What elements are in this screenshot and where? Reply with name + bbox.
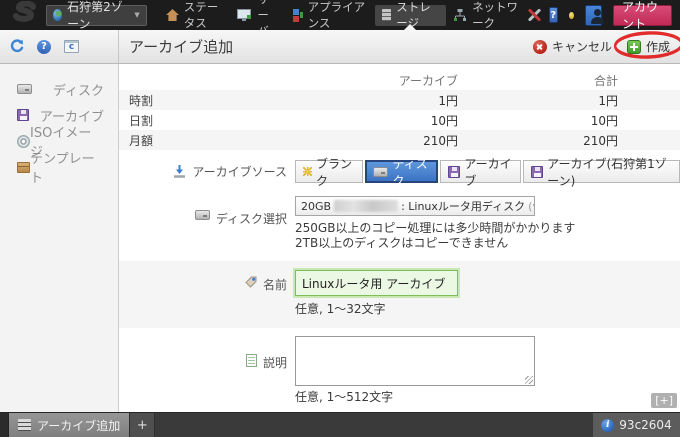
help-bubble-icon[interactable]: ?	[37, 40, 51, 54]
description-row: 説明 任意, 1〜512文字	[119, 336, 680, 405]
toolbar-icon-group: ? c	[0, 30, 119, 63]
disc-icon	[17, 135, 30, 148]
revision-badge: i 93c2604	[593, 413, 680, 437]
sidebar: ディスク アーカイブ ISOイメージ テンプレート	[0, 64, 119, 412]
table-row: 月額 210円 210円	[119, 130, 680, 150]
name-row: 名前 任意, 1〜32文字	[119, 261, 680, 328]
disk-icon	[195, 210, 210, 220]
blank-icon	[303, 167, 312, 176]
source-option-archive-zone1[interactable]: アーカイブ(石狩第1ゾーン)	[523, 160, 680, 183]
help-icon[interactable]: ?	[549, 7, 559, 23]
main-panel: アーカイブ 合計 時割 1円 1円 日割 10円 10円 月額 210円 210…	[119, 64, 680, 412]
import-icon	[173, 165, 186, 178]
network-icon	[453, 9, 467, 21]
sidebar-item-disk[interactable]: ディスク	[0, 76, 118, 102]
redacted-disk-id	[334, 200, 398, 212]
pricing-header-row: アーカイブ 合計	[119, 70, 680, 90]
toolbar: ? c アーカイブ追加 キャンセル 作成	[0, 30, 680, 64]
chevron-down-icon: ▼	[134, 11, 139, 19]
toolbar-buttons: キャンセル 作成	[533, 38, 680, 55]
disk-select-row: ディスク選択 20GB : Linuxルータ用ディスク (virtio) ▼ 2…	[119, 196, 680, 251]
bottombar-corner	[0, 413, 9, 437]
plus-icon	[627, 40, 641, 54]
user-button[interactable]	[585, 5, 602, 26]
main-menu: ステータス サーバ アプライアンス ストレージ ネットワーク	[159, 5, 528, 26]
bottombar: アーカイブ追加 + i 93c2604	[0, 412, 680, 437]
table-row: 日割 10円 10円	[119, 110, 680, 130]
cancel-button[interactable]: キャンセル	[533, 38, 612, 55]
disk-select-dropdown[interactable]: 20GB : Linuxルータ用ディスク (virtio) ▼	[295, 196, 535, 216]
description-label: 説明	[119, 336, 295, 405]
resize-grip[interactable]	[525, 376, 533, 384]
refresh-icon[interactable]	[9, 39, 24, 54]
zone-label: 石狩第2ゾーン	[67, 0, 127, 32]
menu-item-status[interactable]: ステータス	[159, 5, 231, 26]
floppy-icon	[531, 166, 543, 178]
disk-note-2: 2TB以上のディスクはコピーできません	[295, 236, 680, 251]
monitor-icon	[237, 9, 252, 22]
sakura-cloud-logo	[6, 1, 44, 29]
source-option-blank[interactable]: ブランク	[295, 160, 363, 183]
info-icon[interactable]: i	[601, 419, 614, 432]
storage-icon	[18, 419, 31, 431]
menu-item-storage[interactable]: ストレージ	[375, 5, 446, 26]
pricing-table: アーカイブ 合計 時割 1円 1円 日割 10円 10円 月額 210円 210…	[119, 70, 680, 150]
zone-selector[interactable]: 石狩第2ゾーン ▼	[46, 5, 147, 26]
name-label: 名前	[119, 270, 295, 317]
storage-icon	[382, 9, 392, 21]
floppy-icon	[448, 166, 460, 178]
window-icon[interactable]: c	[64, 40, 79, 53]
disk-note-1: 250GB以上のコピー処理には多少時間がかかります	[295, 221, 680, 236]
description-textarea[interactable]	[295, 336, 535, 386]
disk-icon	[373, 167, 388, 177]
sidebar-item-template[interactable]: テンプレート	[0, 154, 118, 180]
page-title: アーカイブ追加	[129, 36, 233, 57]
table-row: 時割 1円 1円	[119, 90, 680, 110]
archive-source-label: アーカイブソース	[119, 160, 295, 183]
topbar-actions: ? アカウント	[527, 5, 672, 26]
menu-item-network[interactable]: ネットワーク	[446, 5, 527, 26]
archive-source-row: アーカイブソース ブランク ディスク アーカイブ アーカイブ(石狩第1ゾ	[119, 160, 680, 183]
notepad-icon	[246, 354, 257, 367]
notification-dot-icon	[569, 12, 574, 19]
description-note: 任意, 1〜512文字	[295, 390, 680, 405]
new-tab-button[interactable]: +	[130, 413, 155, 437]
tag-icon	[245, 276, 257, 288]
tab-archive-add[interactable]: アーカイブ追加	[9, 413, 130, 437]
revision-text: 93c2604	[619, 418, 671, 432]
tools-icon[interactable]	[527, 7, 537, 23]
floppy-icon	[17, 109, 29, 121]
home-icon	[166, 9, 179, 21]
name-input[interactable]	[295, 270, 458, 296]
menu-item-server[interactable]: サーバ	[230, 5, 286, 26]
bottombar-spacer	[155, 413, 593, 437]
cancel-x-icon	[533, 40, 547, 54]
topbar: 石狩第2ゾーン ▼ ステータス サーバ アプライアンス ストレージ	[0, 0, 680, 30]
account-button[interactable]: アカウント	[613, 5, 672, 26]
source-option-disk[interactable]: ディスク	[365, 160, 438, 183]
blocks-icon	[293, 9, 303, 22]
archive-source-options: ブランク ディスク アーカイブ アーカイブ(石狩第1ゾーン)	[295, 160, 680, 183]
disk-icon	[17, 84, 32, 94]
source-option-archive[interactable]: アーカイブ	[440, 160, 521, 183]
name-note: 任意, 1〜32文字	[295, 302, 680, 317]
disk-select-label: ディスク選択	[119, 196, 295, 251]
globe-icon	[53, 9, 62, 21]
box-icon	[17, 162, 30, 173]
menu-item-appliance[interactable]: アプライアンス	[286, 5, 375, 26]
expand-button[interactable]: [+]	[651, 393, 677, 408]
create-button[interactable]: 作成	[627, 38, 670, 55]
